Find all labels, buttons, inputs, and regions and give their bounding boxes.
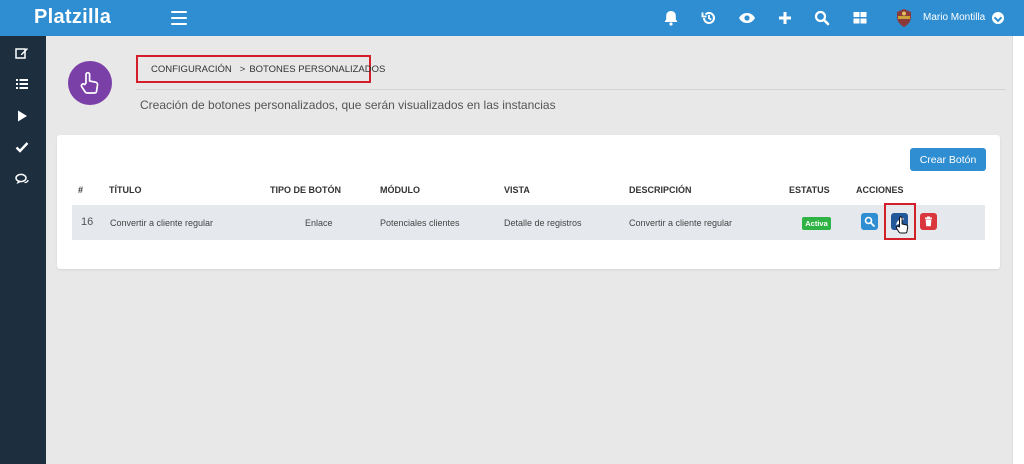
column-header-estatus: ESTATUS — [789, 185, 830, 195]
delete-button[interactable] — [920, 213, 937, 230]
cell-vista: Detalle de registros — [504, 218, 582, 228]
column-header-number: # — [78, 185, 84, 195]
breadcrumb: CONFIGURACIÓN > BOTONES PERSONALIZADOS — [136, 55, 385, 83]
app-logo[interactable]: Platzilla — [34, 6, 111, 29]
avatar[interactable] — [895, 8, 913, 28]
search-icon[interactable] — [813, 9, 831, 27]
trash-icon — [925, 216, 932, 227]
bell-icon[interactable] — [662, 9, 680, 27]
create-button[interactable]: Crear Botón — [910, 148, 986, 171]
status-badge: Activa — [802, 217, 831, 230]
eye-icon[interactable] — [738, 9, 756, 27]
search-icon — [864, 216, 875, 227]
buttons-table-card — [57, 135, 1000, 269]
chevron-down-icon[interactable] — [992, 12, 1004, 24]
check-icon[interactable] — [15, 140, 29, 154]
column-header-descripcion: DESCRIPCIÓN — [629, 185, 692, 195]
top-navbar: Platzilla Mario Montilla — [0, 0, 1024, 36]
scrollbar[interactable] — [1012, 36, 1024, 464]
chat-icon[interactable] — [15, 172, 29, 186]
page-header-icon — [68, 61, 112, 105]
column-header-titulo: TÍTULO — [109, 185, 142, 195]
cell-modulo: Potenciales clientes — [380, 218, 460, 228]
column-header-tipo: TIPO DE BOTÓN — [270, 185, 342, 195]
cell-id: 16 — [81, 216, 94, 228]
sidebar — [0, 36, 46, 464]
cell-descripcion: Convertir a cliente regular — [629, 218, 733, 228]
list-icon[interactable] — [15, 77, 29, 91]
history-icon[interactable] — [700, 9, 718, 27]
hand-cursor-icon — [895, 216, 909, 236]
play-icon[interactable] — [15, 109, 29, 123]
user-name[interactable]: Mario Montilla — [923, 12, 985, 23]
header-divider — [136, 89, 1006, 90]
page-subtitle: Creación de botones personalizados, que … — [140, 98, 556, 112]
menu-icon[interactable] — [171, 11, 187, 25]
column-header-modulo: MÓDULO — [380, 185, 420, 195]
column-header-acciones: ACCIONES — [856, 185, 904, 195]
breadcrumb-item-botones: BOTONES PERSONALIZADOS — [249, 64, 386, 75]
cell-titulo: Convertir a cliente regular — [110, 218, 214, 228]
edit-icon[interactable] — [15, 46, 29, 60]
view-button[interactable] — [861, 213, 878, 230]
cell-tipo: Enlace — [305, 218, 333, 228]
column-header-vista: VISTA — [504, 185, 530, 195]
breadcrumb-separator: > — [239, 64, 246, 75]
grid-icon[interactable] — [851, 9, 869, 27]
breadcrumb-item-configuracion[interactable]: CONFIGURACIÓN — [151, 64, 232, 75]
plus-icon[interactable] — [776, 9, 794, 27]
